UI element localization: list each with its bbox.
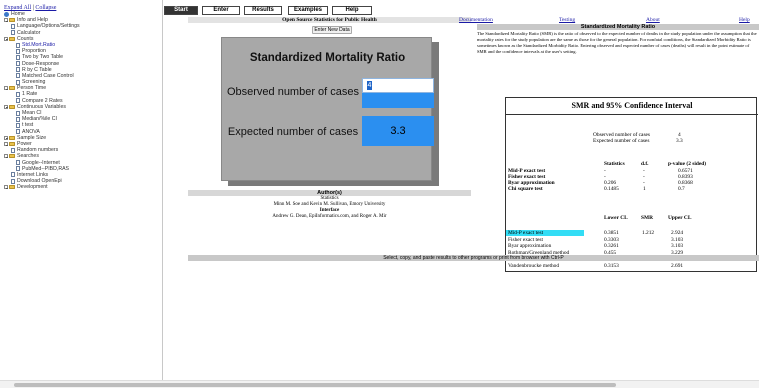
tab-enter[interactable]: Enter [202,6,240,15]
ci-upper: 2.691 [671,262,684,269]
ci-method-name: Fisher exact test [508,236,544,243]
ci-lower: 0.3851 [604,230,619,236]
ci-lower: 0.3261 [604,243,619,249]
page-icon [16,110,20,116]
scrollbar-thumb[interactable] [14,383,616,387]
tree-item-label: Development [17,184,48,191]
folder-icon [9,185,15,190]
ci-method-name: Byar approximation [508,243,552,249]
test-header-df: d.f. [641,161,649,167]
test-statistic: 0.1485 [604,186,619,192]
observed-label: Observed number of cases [226,86,360,98]
ci-lower: 0.3303 [604,236,619,243]
ci-upper: 2.924 [671,230,684,236]
smr-calculator: Standardized Mortality Ratio Observed nu… [221,37,434,181]
copy-paste-note: Select, copy, and paste results to other… [188,255,759,261]
calculator-title: Standardized Mortality Ratio [249,52,406,64]
page-icon [11,172,15,178]
ci-upper: 3.103 [671,243,684,249]
ci-header-upper: Upper CL [668,215,692,221]
ci-header-lower: Lower CL [604,215,628,221]
observed-input[interactable]: 4 [362,78,434,93]
page-icon [16,79,20,85]
page-icon [16,48,20,54]
globe-icon [4,11,9,17]
ci-upper: 3.103 [671,236,684,243]
ci-lower: 0.3153 [604,262,619,269]
expander-icon[interactable] [4,104,8,109]
page-icon [16,67,20,73]
folder-icon [9,86,15,91]
navigation-tree-panel: Expand All | Collapse Home Info and Help L… [0,0,163,388]
page-header: Open Source Statistics for Public Health [188,17,471,23]
ci-header-smr: SMR [641,215,653,221]
tree-item[interactable]: Development [4,184,80,190]
results-title: Standardized Mortality Ratio [477,24,759,30]
page-icon [11,178,15,184]
folder-icon [9,36,15,41]
enter-new-data-button[interactable]: Enter New Data [312,26,352,34]
ci-method-name: Mid-P exact test [508,230,544,236]
horizontal-scrollbar[interactable] [0,380,759,388]
page-icon [16,42,20,48]
test-header-statistics: Statistics [604,161,625,167]
expected-input[interactable]: 3.3 [362,116,434,146]
observed-value: 4 [367,81,372,91]
results-expected-label: Expected number of cases [593,138,650,144]
tab-examples[interactable]: Examples [288,6,328,15]
expander-icon[interactable] [4,18,8,23]
test-name: Chi square test [508,186,543,192]
help-link[interactable]: Help [739,17,750,23]
folder-icon [9,104,15,109]
expander-icon[interactable] [4,135,8,140]
test-pvalue: 0.7 [678,186,685,192]
page-icon [16,73,20,79]
expander-icon[interactable] [4,36,8,41]
expander-icon[interactable] [4,154,8,159]
navigation-tree: Home Info and Help Language/Options/Settin… [4,11,80,190]
tab-bar: Start Enter Results Examples Help [164,6,759,15]
results-box-title: SMR and 95% Confidence Interval [571,101,693,110]
page-icon [16,98,20,104]
page-icon [11,30,15,36]
ci-method-name: Vandenbroucke method [508,262,560,269]
page-icon [16,116,20,122]
test-df: 1 [643,186,646,192]
page-icon [16,61,20,67]
page-icon [11,23,15,29]
expander-icon[interactable] [4,185,8,190]
page-icon [16,160,20,166]
expander-icon[interactable] [4,142,8,147]
page-icon [16,122,20,128]
results-expected-value: 3.3 [676,138,683,144]
expected-label: Expected number of cases [227,126,359,138]
results-divider [506,114,758,115]
expander-icon[interactable] [4,86,8,91]
page-icon [16,129,20,135]
folder-icon [9,154,15,159]
page-icon [16,166,20,172]
authors-interface-names: Andrew G. Dean, EpiInformatics.com, and … [272,214,387,219]
tab-start[interactable]: Start [164,6,198,15]
smr-value: 1.212 [642,230,655,236]
testing-link[interactable]: Testing [559,17,575,23]
folder-icon [9,135,15,140]
results-box: SMR and 95% Confidence Interval Observed… [505,97,758,272]
tab-help[interactable]: Help [332,6,372,15]
documentation-link[interactable]: Documentation [459,17,493,23]
folder-icon [9,142,15,147]
page-icon [11,147,15,153]
results-description: The Standardized Mortality Ratio (SMR) i… [477,31,757,54]
folder-icon [9,18,15,23]
page-icon [16,92,20,98]
page-icon [16,54,20,60]
tab-results[interactable]: Results [244,6,282,15]
about-link[interactable]: About [646,17,660,23]
observed-input-fill [362,93,434,108]
test-header-pvalue: p-value (2 sided) [668,161,707,167]
